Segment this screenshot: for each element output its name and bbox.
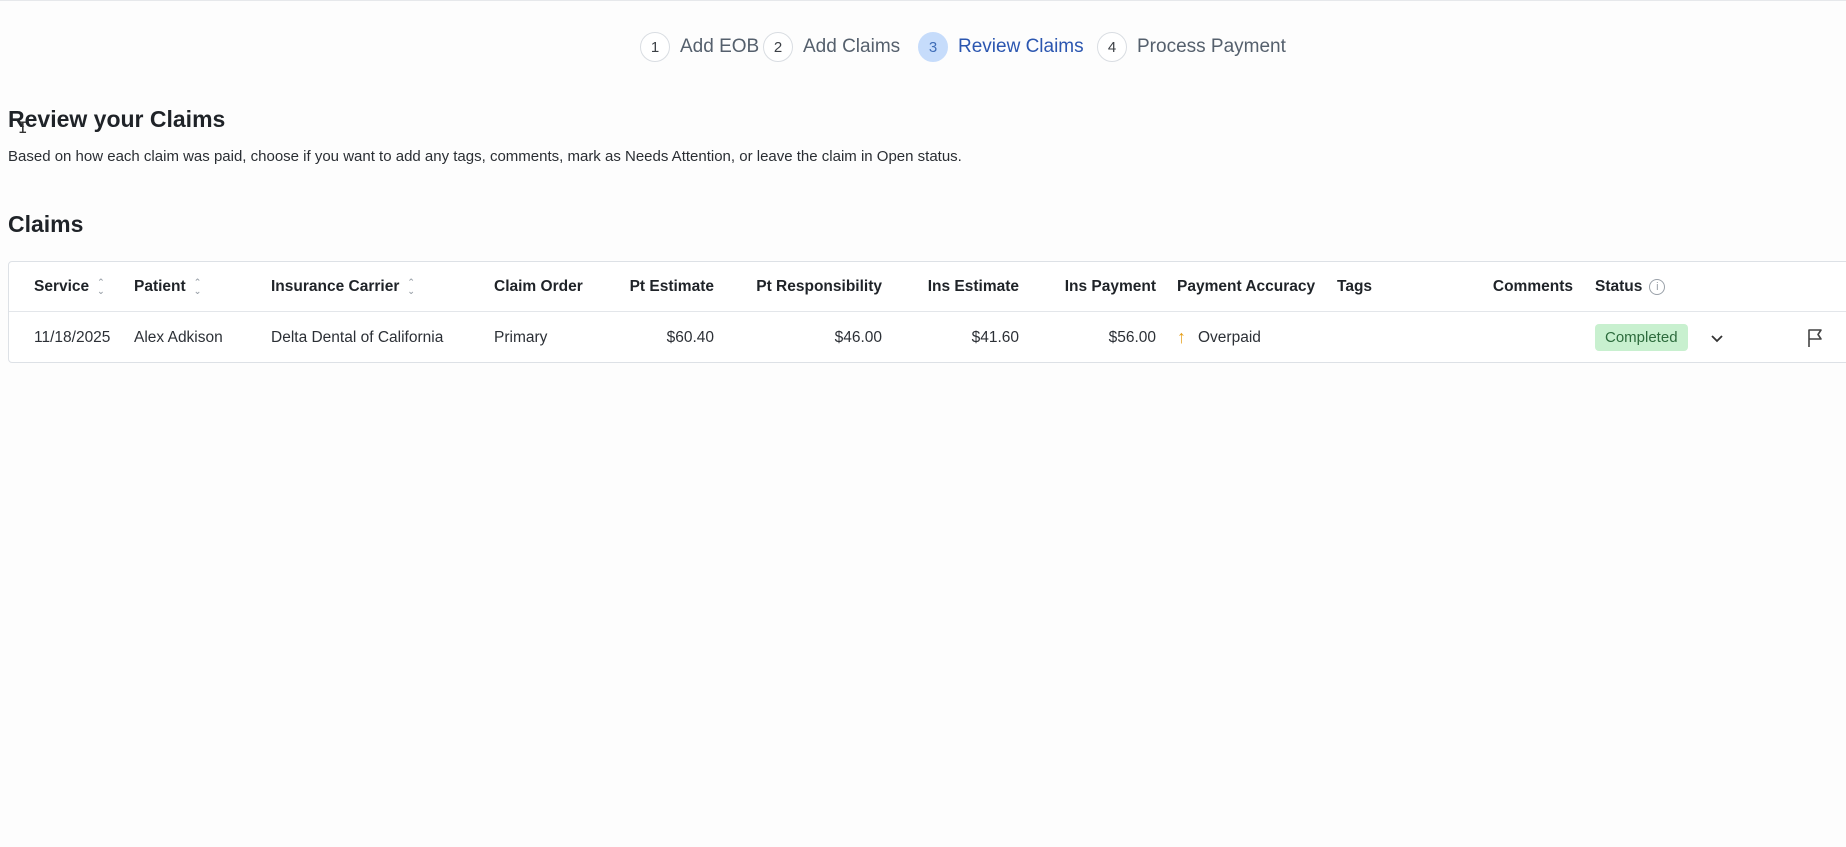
column-header-claim-order: Claim Order — [494, 277, 583, 295]
text-cursor-icon: I — [18, 118, 28, 137]
column-header-pt-estimate: Pt Estimate — [629, 277, 714, 295]
step-label: Review Claims — [958, 36, 1084, 57]
column-label: Status — [1595, 277, 1643, 295]
cell-payment-accuracy: ↑ Overpaid — [1177, 312, 1261, 363]
flag-button[interactable] — [1805, 312, 1827, 363]
sort-icon[interactable]: ⌃ ⌄ — [97, 277, 105, 296]
table-header: Service ⌃ ⌄ Patient ⌃ ⌄ Insurance Carrier … — [9, 262, 1846, 312]
cell-pt-estimate: $60.40 — [666, 328, 714, 346]
chevron-down-icon[interactable] — [1709, 330, 1725, 346]
step-label: Process Payment — [1137, 36, 1286, 57]
column-header-tags: Tags — [1337, 277, 1373, 295]
top-divider — [0, 0, 1846, 1]
column-header-comments: Comments — [1492, 277, 1573, 295]
step-number: 3 — [918, 32, 948, 62]
step-review-claims[interactable]: 3 Review Claims — [918, 32, 1084, 62]
status-badge: Completed — [1595, 324, 1688, 351]
step-label: Add Claims — [803, 36, 901, 57]
info-icon[interactable]: i — [1649, 278, 1666, 295]
sort-icon[interactable]: ⌃ ⌄ — [194, 277, 202, 296]
step-number: 1 — [640, 32, 670, 62]
column-header-patient[interactable]: Patient ⌃ ⌄ — [134, 262, 201, 311]
section-title: Claims — [8, 211, 84, 237]
step-add-claims[interactable]: 2 Add Claims — [763, 32, 900, 62]
column-header-pt-responsibility: Pt Responsibility — [756, 277, 882, 295]
step-process-payment[interactable]: 4 Process Payment — [1097, 32, 1286, 62]
status-dropdown-toggle[interactable] — [1709, 312, 1725, 363]
cell-service: 11/18/2025 — [34, 328, 111, 346]
cell-pt-responsibility: $46.00 — [834, 328, 882, 346]
page-title: Review your Claims — [8, 106, 226, 132]
step-number: 4 — [1097, 32, 1127, 62]
cell-status: Completed — [1595, 312, 1688, 363]
step-number: 2 — [763, 32, 793, 62]
column-header-ins-payment: Ins Payment — [1064, 277, 1156, 295]
step-add-eob[interactable]: 1 Add EOB — [640, 32, 759, 62]
step-label: Add EOB — [680, 36, 760, 57]
column-header-insurance-carrier[interactable]: Insurance Carrier ⌃ ⌄ — [271, 262, 415, 311]
table-row[interactable]: 11/18/2025 Alex Adkison Delta Dental of … — [9, 312, 1846, 363]
flag-icon[interactable] — [1805, 327, 1827, 349]
column-header-status: Status i — [1595, 262, 1666, 311]
cell-claim-order: Primary — [494, 328, 548, 346]
cell-insurance-carrier: Delta Dental of California — [271, 328, 444, 346]
column-header-ins-estimate: Ins Estimate — [927, 277, 1019, 295]
column-label: Service — [34, 277, 90, 295]
cell-ins-estimate: $41.60 — [971, 328, 1019, 346]
column-label: Insurance Carrier — [271, 277, 400, 295]
sort-icon[interactable]: ⌃ ⌄ — [407, 277, 415, 296]
cell-patient: Alex Adkison — [134, 328, 223, 346]
arrow-up-icon: ↑ — [1177, 327, 1186, 347]
accuracy-label: Overpaid — [1198, 328, 1261, 346]
column-header-payment-accuracy: Payment Accuracy — [1177, 277, 1316, 295]
claims-table: Service ⌃ ⌄ Patient ⌃ ⌄ Insurance Carrier … — [8, 261, 1846, 363]
progress-stepper: 1 Add EOB 2 Add Claims 3 Review Claims 4… — [0, 32, 1846, 62]
cell-ins-payment: $56.00 — [1108, 328, 1156, 346]
column-header-service[interactable]: Service ⌃ ⌄ — [34, 262, 105, 311]
column-label: Patient — [134, 277, 186, 295]
page-description: Based on how each claim was paid, choose… — [8, 148, 962, 165]
